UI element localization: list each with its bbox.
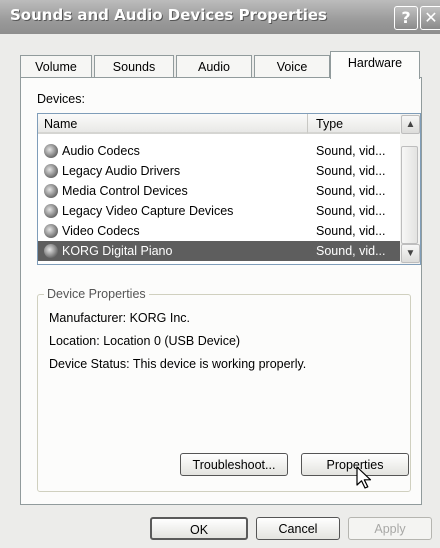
device-type: Sound, vid... <box>316 224 386 238</box>
device-name: Audio Codecs <box>62 144 140 158</box>
column-header-name[interactable]: Name <box>38 114 308 134</box>
tab-voice[interactable]: Voice <box>254 55 330 78</box>
device-row[interactable]: Audio Codecs Sound, vid... <box>38 141 400 161</box>
device-row-selected[interactable]: KORG Digital Piano Sound, vid... <box>38 241 400 261</box>
speaker-icon <box>44 224 58 238</box>
device-type: Sound, vid... <box>316 144 386 158</box>
speaker-icon <box>44 144 58 158</box>
device-row[interactable]: Legacy Audio Drivers Sound, vid... <box>38 161 400 181</box>
apply-button[interactable]: Apply <box>348 517 432 540</box>
cancel-button[interactable]: Cancel <box>256 517 340 540</box>
speaker-icon <box>44 204 58 218</box>
troubleshoot-button[interactable]: Troubleshoot... <box>180 453 288 476</box>
device-row[interactable]: Video Codecs Sound, vid... <box>38 221 400 241</box>
tab-sounds[interactable]: Sounds <box>94 55 174 78</box>
close-button[interactable]: ✕ <box>420 6 440 30</box>
device-name: Legacy Video Capture Devices <box>62 204 234 218</box>
device-row[interactable]: Media Control Devices Sound, vid... <box>38 181 400 201</box>
scroll-down-button[interactable]: ▼ <box>401 244 420 263</box>
device-type: Sound, vid... <box>316 244 386 258</box>
scroll-up-button[interactable]: ▲ <box>401 115 420 134</box>
device-type: Sound, vid... <box>316 184 386 198</box>
device-name: Video Codecs <box>62 224 140 238</box>
scroll-thumb[interactable] <box>401 146 418 244</box>
help-button[interactable]: ? <box>394 6 418 30</box>
tab-volume[interactable]: Volume <box>20 55 92 78</box>
properties-window: Sounds and Audio Devices Properties ? ✕ … <box>0 0 440 548</box>
title-bar[interactable]: Sounds and Audio Devices Properties ? ✕ <box>0 0 440 34</box>
tab-audio[interactable]: Audio <box>176 55 252 78</box>
devices-list[interactable]: Name Type Audio Codecs Sound, vid... Leg… <box>37 113 421 265</box>
speaker-icon <box>44 244 58 258</box>
properties-button[interactable]: Properties <box>301 453 409 476</box>
speaker-icon <box>44 184 58 198</box>
device-row[interactable]: Legacy Video Capture Devices Sound, vid.… <box>38 201 400 221</box>
tab-hardware[interactable]: Hardware <box>330 51 420 79</box>
device-name: Legacy Audio Drivers <box>62 164 181 178</box>
device-type: Sound, vid... <box>316 204 386 218</box>
ok-button[interactable]: OK <box>150 517 248 540</box>
device-type: Sound, vid... <box>316 164 386 178</box>
device-name: Media Control Devices <box>62 184 188 198</box>
window-title: Sounds and Audio Devices Properties <box>10 6 327 24</box>
speaker-icon <box>44 164 58 178</box>
device-name: KORG Digital Piano <box>62 244 173 258</box>
column-header-type[interactable]: Type <box>308 114 400 134</box>
vertical-scrollbar[interactable]: ▲ ▼ <box>400 114 420 264</box>
